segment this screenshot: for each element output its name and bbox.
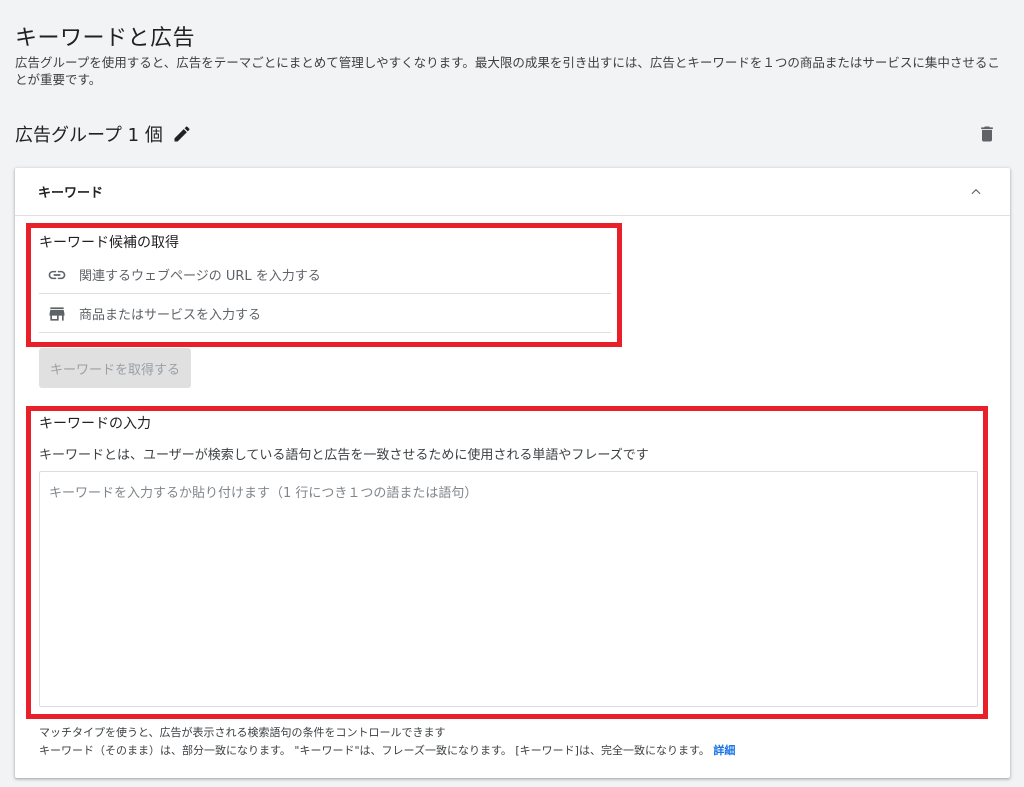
url-option-label: 関連するウェブページの URL を入力する bbox=[79, 269, 321, 284]
match-type-note-line2: キーワード（そのまま）は、部分一致になります。 "キーワード"は、フレーズ一致に… bbox=[39, 744, 710, 757]
match-type-note-line1: マッチタイプを使うと、広告が表示される検索語句の条件をコントロールできます bbox=[39, 726, 446, 739]
edit-icon[interactable] bbox=[171, 123, 193, 145]
page-title: キーワードと広告 bbox=[15, 26, 196, 51]
url-input-option[interactable]: 関連するウェブページの URL を入力する bbox=[39, 256, 611, 294]
suggestions-label: キーワード候補の取得 bbox=[39, 235, 179, 251]
match-type-note-line2-wrap: キーワード（そのまま）は、部分一致になります。 "キーワード"は、フレーズ一致に… bbox=[39, 742, 735, 760]
keywords-card-header[interactable]: キーワード bbox=[15, 168, 1010, 216]
collapse-icon[interactable] bbox=[966, 182, 986, 202]
link-icon bbox=[45, 263, 69, 287]
product-option-label: 商品またはサービスを入力する bbox=[79, 308, 262, 323]
keywords-card-title: キーワード bbox=[38, 186, 104, 201]
delete-icon[interactable] bbox=[975, 122, 999, 146]
ad-group-title: 広告グループ 1 個 bbox=[15, 125, 163, 146]
store-icon bbox=[45, 302, 69, 326]
keyword-input-label: キーワードの入力 bbox=[39, 416, 151, 432]
page: キーワードと広告 広告グループを使用すると、広告をテーマごとにまとめて管理しやす… bbox=[0, 0, 1024, 787]
match-type-note: マッチタイプを使うと、広告が表示される検索語句の条件をコントロールできます キー… bbox=[39, 724, 735, 760]
keywords-card: キーワード キーワード候補の取得 関連するウェブページの URL を入力する 商… bbox=[15, 168, 1010, 778]
ad-group-header: 広告グループ 1 個 bbox=[15, 120, 1005, 148]
get-keywords-button[interactable]: キーワードを取得する bbox=[39, 348, 191, 388]
details-link[interactable]: 詳細 bbox=[713, 744, 735, 757]
page-description: 広告グループを使用すると、広告をテーマごとにまとめて管理しやすくなります。最大限… bbox=[15, 55, 1000, 87]
product-input-option[interactable]: 商品またはサービスを入力する bbox=[39, 295, 611, 333]
keyword-input-description: キーワードとは、ユーザーが検索している語句と広告を一致させるために使用される単語… bbox=[39, 448, 649, 463]
keyword-textarea[interactable] bbox=[39, 471, 978, 707]
